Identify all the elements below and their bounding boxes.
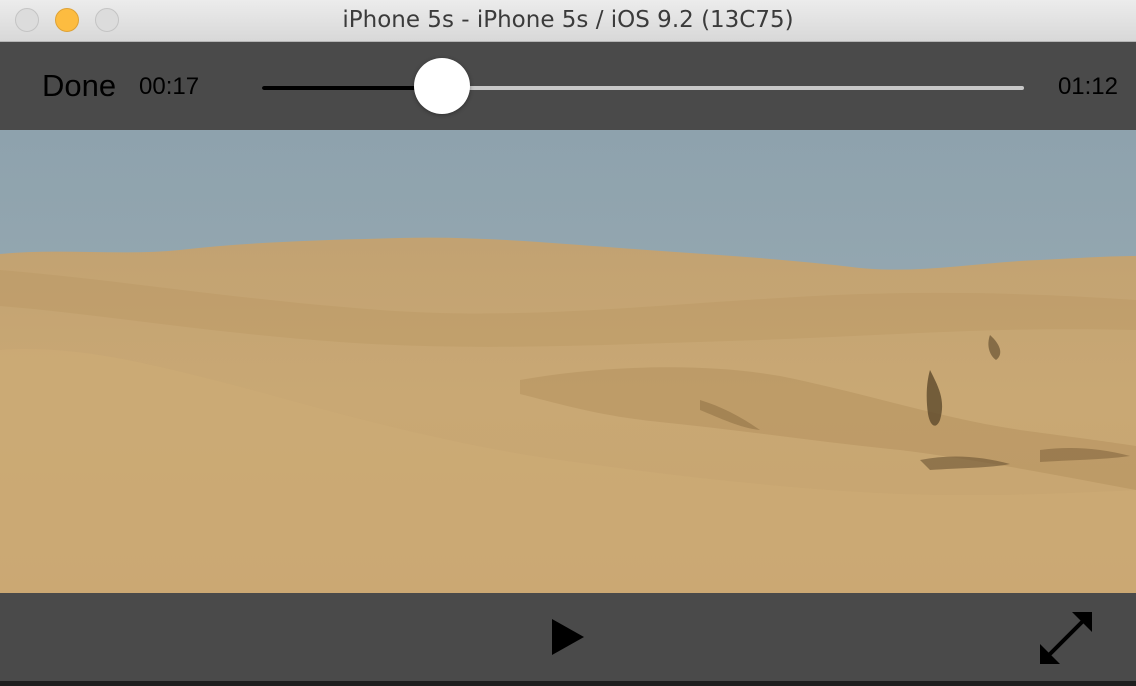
play-icon [552, 619, 584, 655]
scrubber-thumb[interactable] [413, 58, 470, 114]
desert-dunes-image [0, 130, 1136, 593]
player-top-controls: Done 00:17 01:12 [0, 42, 1136, 130]
bottom-edge [0, 681, 1136, 686]
total-duration: 01:12 [1057, 73, 1118, 100]
fullscreen-button[interactable] [1038, 610, 1094, 666]
video-frame[interactable] [0, 130, 1136, 593]
window-title: iPhone 5s - iPhone 5s / iOS 9.2 (13C75) [342, 7, 794, 33]
elapsed-time: 00:17 [139, 73, 200, 100]
fullscreen-icon [1040, 612, 1092, 664]
play-button[interactable] [548, 617, 588, 657]
window-titlebar: iPhone 5s - iPhone 5s / iOS 9.2 (13C75) [0, 0, 1136, 42]
player-bottom-controls [0, 593, 1136, 681]
scrubber-track[interactable] [262, 86, 1024, 90]
done-button[interactable]: Done [42, 68, 116, 104]
